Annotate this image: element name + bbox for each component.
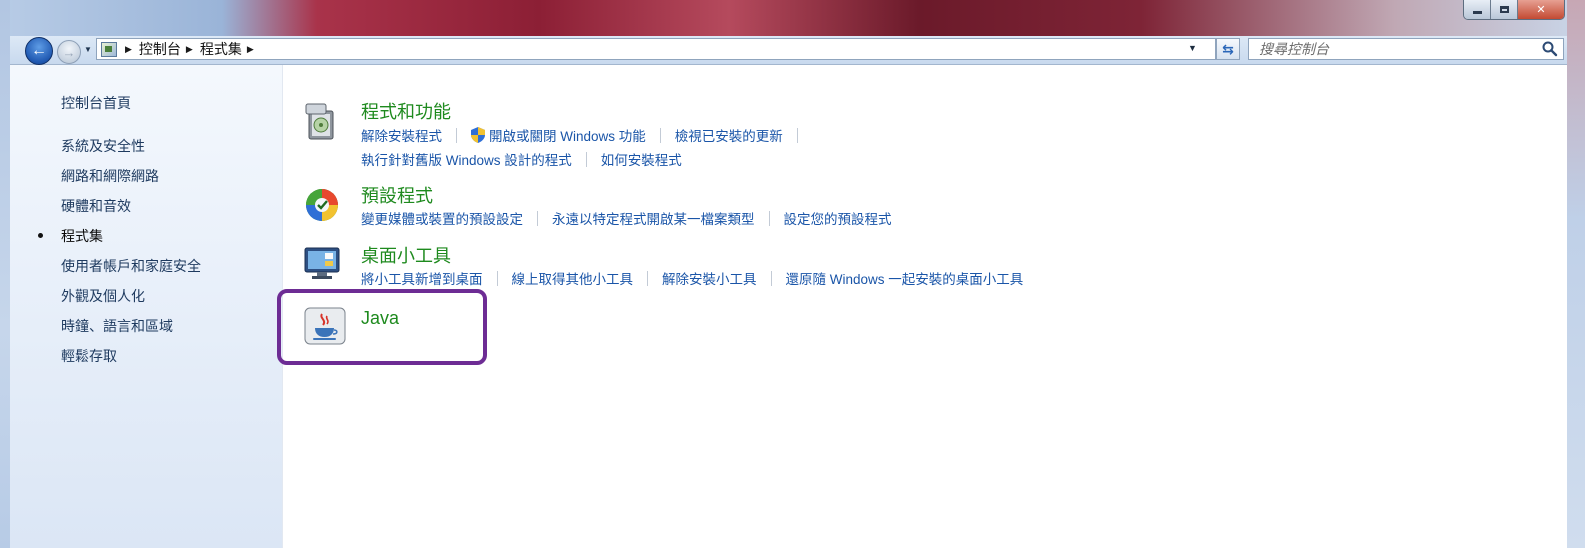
highlight-annotation-box <box>277 289 487 365</box>
default-programs-icon[interactable] <box>303 184 341 224</box>
link-windows-features[interactable]: 開啟或關閉 Windows 功能 <box>489 125 646 145</box>
link-separator <box>796 127 798 143</box>
breadcrumb-programs[interactable]: 程式集 <box>200 39 242 59</box>
navigation-pane: 控制台首頁 系統及安全性 網路和網際網路 硬體和音效 程式集 使用者帳戶和家庭安… <box>10 65 283 548</box>
link-separator <box>456 127 457 143</box>
link-restore-gadgets[interactable]: 還原隨 Windows 一起安裝的桌面小工具 <box>786 268 1024 288</box>
link-file-type-association[interactable]: 永遠以特定程式開啟某一檔案類型 <box>552 208 755 228</box>
refresh-icon: ⇆ <box>1222 40 1234 57</box>
address-toolbar: ← → ▼ ▶ 控制台 ▶ 程式集 ▶ ▼ ⇆ <box>10 36 1567 65</box>
nav-item-programs: 程式集 <box>61 228 103 244</box>
link-media-device-defaults[interactable]: 變更媒體或裝置的預設設定 <box>361 208 523 228</box>
link-add-gadgets[interactable]: 將小工具新增到桌面 <box>361 268 483 288</box>
link-separator <box>768 210 770 226</box>
link-separator <box>659 127 661 143</box>
close-button[interactable]: ✕ <box>1518 0 1564 19</box>
maximize-icon <box>1499 6 1509 13</box>
back-arrow-icon: ← <box>31 42 47 59</box>
nav-item-user-accounts[interactable]: 使用者帳戶和家庭安全 <box>61 256 201 276</box>
refresh-button[interactable]: ⇆ <box>1216 38 1240 60</box>
uac-shield-icon <box>471 127 485 143</box>
forward-button[interactable]: → <box>57 40 81 64</box>
link-separator <box>496 270 498 286</box>
category-title-programs-features[interactable]: 程式和功能 <box>361 98 451 124</box>
address-bar[interactable]: ▶ 控制台 ▶ 程式集 ▶ <box>96 38 1216 60</box>
nav-item-hardware-sound[interactable]: 硬體和音效 <box>61 196 131 216</box>
search-icon[interactable] <box>1541 40 1559 58</box>
desktop-gadgets-links-row: 將小工具新增到桌面 線上取得其他小工具 解除安裝小工具 還原隨 Windows … <box>361 268 1023 288</box>
programs-features-links-row-2: 執行針對舊版 Windows 設計的程式 如何安裝程式 <box>361 149 682 169</box>
link-separator <box>770 270 772 286</box>
close-icon: ✕ <box>1536 4 1546 16</box>
link-separator <box>537 210 538 226</box>
default-programs-links-row: 變更媒體或裝置的預設設定 永遠以特定程式開啟某一檔案類型 設定您的預設程式 <box>361 208 892 228</box>
nav-item-network-internet[interactable]: 網路和網際網路 <box>61 166 159 186</box>
caption-buttons: ✕ <box>1463 0 1565 20</box>
link-compatibility-troubleshooter[interactable]: 執行針對舊版 Windows 設計的程式 <box>361 149 572 169</box>
address-history-dropdown-icon[interactable]: ▼ <box>1188 43 1197 53</box>
link-how-to-install[interactable]: 如何安裝程式 <box>601 149 682 169</box>
window-title-bar <box>0 0 1585 36</box>
category-title-default-programs[interactable]: 預設程式 <box>361 182 433 208</box>
current-item-bullet <box>38 233 43 238</box>
control-panel-icon <box>101 41 117 57</box>
nav-item-appearance[interactable]: 外觀及個人化 <box>61 286 145 306</box>
search-input[interactable] <box>1249 39 1539 59</box>
recent-pages-dropdown-icon[interactable]: ▼ <box>84 45 92 54</box>
breadcrumb-arrow-icon[interactable]: ▶ <box>247 44 254 55</box>
nav-item-ease-of-access[interactable]: 輕鬆存取 <box>61 346 117 366</box>
programs-features-links-row-1: 解除安裝程式 開啟或關閉 Windows 功能 檢視已安裝的更新 <box>361 125 812 145</box>
minimize-icon <box>1472 11 1482 14</box>
search-box <box>1248 38 1564 60</box>
forward-arrow-icon: → <box>62 44 76 60</box>
category-title-desktop-gadgets[interactable]: 桌面小工具 <box>361 242 451 268</box>
maximize-button[interactable] <box>1491 0 1518 19</box>
breadcrumb-control-panel[interactable]: 控制台 <box>139 39 181 59</box>
link-separator <box>585 151 587 167</box>
link-set-default-programs[interactable]: 設定您的預設程式 <box>784 208 892 228</box>
back-button[interactable]: ← <box>25 37 53 65</box>
link-installed-updates[interactable]: 檢視已安裝的更新 <box>675 125 783 145</box>
nav-item-clock-language-region[interactable]: 時鐘、語言和區域 <box>61 316 173 336</box>
nav-control-panel-home[interactable]: 控制台首頁 <box>61 93 131 113</box>
link-uninstall-program[interactable]: 解除安裝程式 <box>361 125 442 145</box>
desktop-gadgets-icon[interactable] <box>303 242 343 282</box>
link-uninstall-gadget[interactable]: 解除安裝小工具 <box>662 268 757 288</box>
window-frame-right <box>1567 0 1585 548</box>
link-separator <box>647 270 648 286</box>
minimize-button[interactable] <box>1464 0 1491 19</box>
breadcrumb-arrow-icon[interactable]: ▶ <box>186 44 193 55</box>
link-get-more-gadgets-online[interactable]: 線上取得其他小工具 <box>512 268 634 288</box>
window-frame-left <box>0 0 10 548</box>
breadcrumb-arrow-icon[interactable]: ▶ <box>125 44 132 55</box>
nav-item-system-security[interactable]: 系統及安全性 <box>61 136 145 156</box>
programs-features-icon[interactable] <box>303 101 341 141</box>
